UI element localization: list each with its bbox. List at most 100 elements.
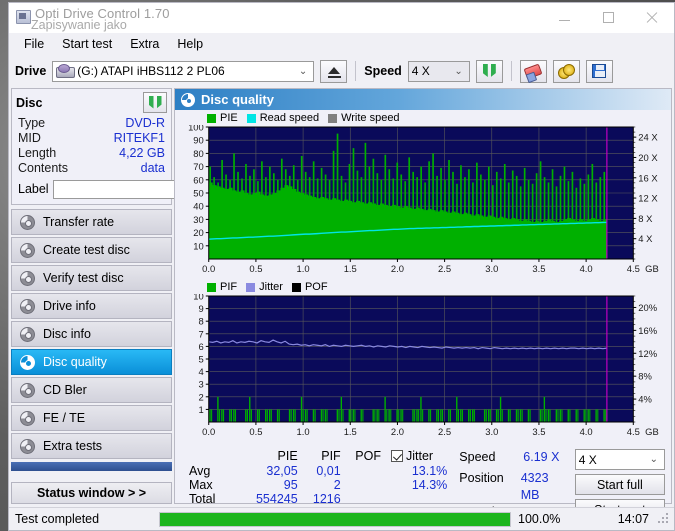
row-label-max: Max [189, 478, 213, 492]
legend-swatch-pif [207, 282, 216, 292]
gauge-icon [20, 298, 35, 314]
chart-pif-legend: PIF Jitter POF [177, 280, 669, 294]
progress-percent: 100.0% [518, 512, 561, 526]
svg-text:12%: 12% [638, 349, 657, 360]
chart-pie-plot: 100 90 80 70 60 50 40 30 20 10 24 X 20 X 16 X 12 X 8 X… [177, 122, 669, 280]
stats-table-container: PIE PIF POF Jitter Avg 32,05 0,01 13.1% … [181, 449, 453, 521]
start-full-button[interactable]: Start full [574, 474, 665, 495]
refresh-button[interactable] [475, 59, 503, 83]
svg-text:20: 20 [193, 228, 203, 239]
sidebar-item-label: Disc quality [43, 355, 107, 369]
svg-text:80: 80 [193, 149, 203, 160]
sidebar-accent-bar [11, 462, 172, 471]
svg-text:50: 50 [193, 188, 203, 199]
app-icon [15, 8, 31, 24]
disc-refresh-button[interactable] [143, 92, 167, 113]
sidebar-nav: Transfer rate Create test disc Verify te… [11, 209, 172, 459]
sidebar-item-disc-info[interactable]: Disc info [11, 321, 172, 347]
sidebar-item-create-test-disc[interactable]: Create test disc [11, 237, 172, 263]
svg-text:16 X: 16 X [638, 173, 658, 184]
speed-key: Speed [459, 450, 496, 464]
test-speed-select[interactable]: 4 X ⌄ [574, 449, 665, 470]
legend-label-pof: POF [304, 281, 328, 293]
save-floppy-icon [592, 64, 607, 78]
disc-row-key: Length [18, 146, 57, 160]
eraser-icon [523, 63, 543, 79]
status-window-button[interactable]: Status window > > [11, 482, 172, 504]
menu-bar: File Start test Extra Help [9, 33, 674, 54]
menu-item-extra[interactable]: Extra [121, 36, 168, 52]
svg-text:4.0: 4.0 [580, 264, 593, 275]
erase-button[interactable] [519, 59, 547, 83]
sidebar-item-extra-tests[interactable]: Extra tests [11, 433, 172, 459]
svg-text:2.0: 2.0 [391, 427, 404, 438]
speed-select[interactable]: 4 X ⌄ [407, 60, 470, 82]
sidebar-item-label: Disc info [43, 327, 91, 341]
resize-grip[interactable] [657, 512, 671, 526]
cell-avg-pof [347, 464, 387, 478]
sidebar-item-fe-te[interactable]: FE / TE [11, 405, 172, 431]
cell-max-jitter: 14.3% [411, 478, 448, 492]
cell-max-pof [347, 478, 387, 492]
table-row: Avg 32,05 0,01 13.1% [181, 464, 453, 478]
svg-text:1: 1 [199, 405, 204, 416]
settings-button[interactable] [552, 59, 580, 83]
svg-text:4%: 4% [638, 395, 652, 406]
svg-text:0.5: 0.5 [249, 427, 262, 438]
maximize-button[interactable] [586, 3, 630, 32]
jitter-checkbox[interactable] [391, 450, 403, 462]
disc-quality-icon [181, 92, 195, 107]
drive-select-value: (G:) ATAPI iHBS112 2 PL06 [77, 64, 225, 78]
legend-swatch-jitter [246, 282, 256, 292]
svg-text:4.0: 4.0 [580, 427, 593, 438]
table-row: Max 95 2 14.3% [181, 478, 453, 492]
chart-pif: PIF Jitter POF 10 9 8 7 6 5 4 3 2 1 20% 16% 12% 8% 4% 0… [177, 280, 669, 443]
cell-avg-jitter: 13.1% [411, 464, 448, 478]
menu-item-help[interactable]: Help [168, 36, 212, 52]
disc-info-panel: Disc Type DVD-R MID RITEKF1 Length 4,22 … [11, 88, 257, 205]
sidebar-item-drive-info[interactable]: Drive info [11, 293, 172, 319]
svg-text:8: 8 [199, 317, 204, 328]
svg-text:GB: GB [645, 427, 659, 438]
sidebar-item-disc-quality[interactable]: Disc quality [11, 349, 172, 375]
menu-item-start-test[interactable]: Start test [53, 36, 121, 52]
main-panel-header: Disc quality [175, 89, 671, 110]
save-button[interactable] [585, 59, 613, 83]
chart-pie-legend: PIE Read speed Write speed [177, 111, 669, 125]
legend-label-pif: PIF [220, 281, 238, 293]
menu-item-file[interactable]: File [15, 36, 53, 52]
svg-text:1.0: 1.0 [297, 264, 310, 275]
legend-swatch-pie [207, 113, 216, 123]
toolbar: Drive (G:) ATAPI iHBS112 2 PL06 ⌄ Speed … [9, 54, 674, 88]
title-bar: Opti Drive Control 1.70 Zapisywanie jako [9, 3, 674, 33]
drive-select[interactable]: (G:) ATAPI iHBS112 2 PL06 ⌄ [52, 60, 315, 82]
sidebar-item-transfer-rate[interactable]: Transfer rate [11, 209, 172, 235]
sidebar-item-cd-bler[interactable]: CD Bler [11, 377, 172, 403]
eject-button[interactable] [320, 59, 348, 83]
disc-row-type: Type DVD-R [16, 116, 167, 131]
coins-icon [558, 64, 576, 79]
drive-label: Drive [15, 64, 47, 78]
disc-row-value: 4,22 GB [119, 146, 165, 160]
speed-value: 6.19 X [523, 450, 560, 464]
svg-text:40: 40 [193, 202, 203, 213]
sidebar-item-verify-test-disc[interactable]: Verify test disc [11, 265, 172, 291]
svg-text:5: 5 [199, 354, 204, 365]
sidebar-item-label: Extra tests [43, 439, 103, 453]
disc-row-contents: Contents data [16, 161, 167, 176]
svg-text:24 X: 24 X [638, 133, 658, 144]
gauge-icon [20, 270, 35, 286]
disc-row-value: DVD-R [125, 116, 165, 130]
test-info-position: Position 4323 MB [459, 470, 568, 504]
chevron-down-icon: ⌄ [649, 454, 658, 465]
main-panel: Disc quality PIE Read speed Write speed … [174, 88, 672, 520]
stats-table: PIE PIF POF Jitter Avg 32,05 0,01 13.1% … [181, 449, 453, 506]
cell-max-pie: 95 [283, 478, 298, 492]
svg-text:2.0: 2.0 [391, 264, 404, 275]
column-header-pie: PIE [277, 449, 298, 463]
legend-label-pie: PIE [220, 112, 238, 124]
disc-panel-header: Disc [16, 92, 167, 113]
minimize-button[interactable] [542, 3, 586, 32]
svg-text:20 X: 20 X [638, 153, 658, 164]
close-button[interactable] [630, 3, 674, 32]
